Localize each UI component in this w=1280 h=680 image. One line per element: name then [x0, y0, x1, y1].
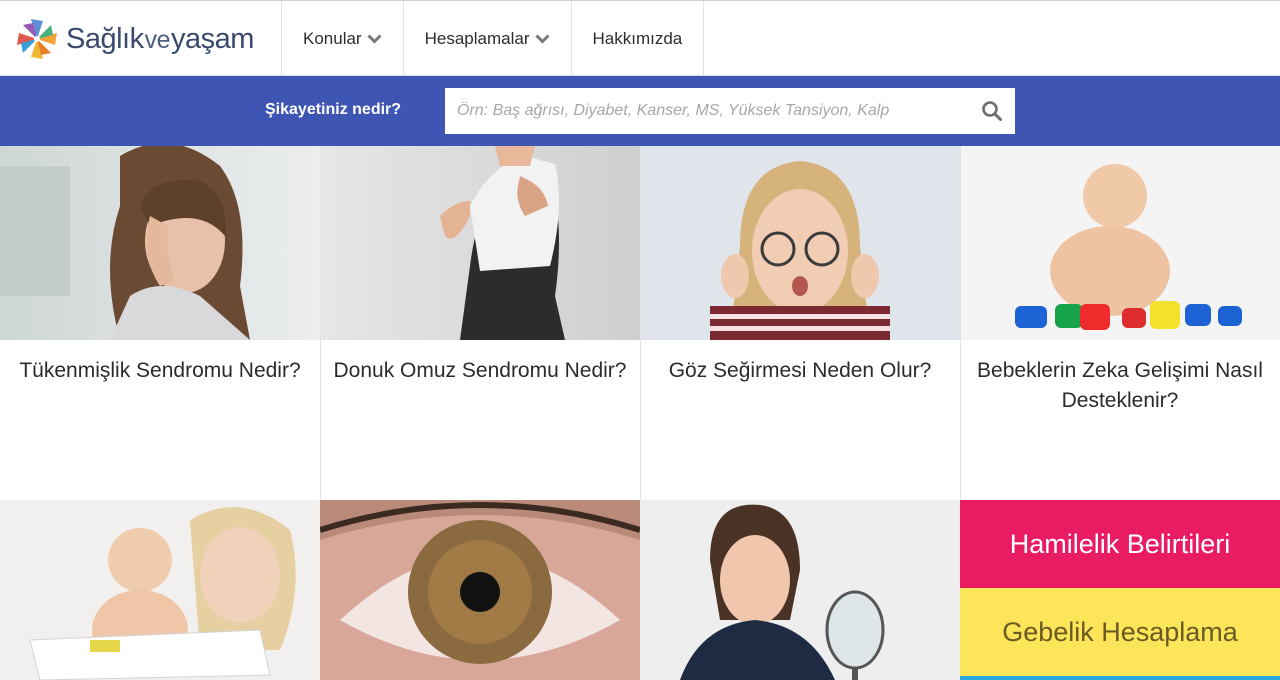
chevron-down-icon [534, 33, 550, 44]
nav-item-hesaplamalar[interactable]: Hesaplamalar [404, 1, 572, 76]
promo-label: Gebelik Hesaplama [1002, 616, 1238, 647]
eye-closeup-photo[interactable] [320, 500, 640, 680]
logo-wordmark: Sağlıkveyaşam [66, 22, 254, 55]
card-divider [320, 146, 321, 500]
article-card[interactable]: Bebeklerin Zeka Gelişimi Nasıl Desteklen… [960, 146, 1280, 500]
search-box [445, 88, 1015, 134]
promo-gebelik-hesaplama[interactable]: Gebelik Hesaplama [960, 588, 1280, 676]
baby-cups-photo [960, 146, 1280, 340]
article-title: Donuk Omuz Sendromu Nedir? [333, 359, 627, 382]
nav-item-label: Hesaplamalar [424, 28, 530, 48]
search-label: Şikayetiniz nedir? [265, 101, 402, 118]
search-input[interactable] [445, 88, 965, 134]
search-icon[interactable] [981, 100, 1003, 122]
mother-baby-book-photo[interactable] [0, 500, 320, 680]
nav-item-konular[interactable]: Konular [282, 1, 404, 76]
search-band: Şikayetiniz nedir? [0, 76, 1280, 146]
article-card[interactable]: Göz Seğirmesi Neden Olur? [640, 146, 960, 500]
woman-lipstick-mirror-photo[interactable] [640, 500, 960, 680]
card-divider [960, 146, 961, 500]
promo-label: Hamilelik Belirtileri [1009, 528, 1231, 559]
site-header: Sağlıkveyaşam Konular Hesaplamalar Hakkı… [0, 0, 1280, 76]
woman-glasses-photo [640, 146, 960, 340]
article-title: Bebeklerin Zeka Gelişimi Nasıl Desteklen… [977, 359, 1263, 412]
article-title: Göz Seğirmesi Neden Olur? [668, 359, 932, 382]
main-nav: Konular Hesaplamalar Hakkımızda [281, 1, 705, 76]
nav-item-label: Konular [303, 28, 362, 48]
nav-item-hakkimizda[interactable]: Hakkımızda [572, 1, 705, 76]
shoulder-pain-photo [320, 146, 640, 340]
chevron-down-icon [367, 33, 382, 44]
promo-hamilelik-belirtileri[interactable]: Hamilelik Belirtileri [960, 500, 1280, 588]
article-card[interactable]: Donuk Omuz Sendromu Nedir? [320, 146, 640, 500]
article-title: Tükenmişlik Sendromu Nedir? [19, 359, 301, 382]
nav-item-label: Hakkımızda [592, 28, 683, 48]
card-divider [640, 146, 641, 500]
pinwheel-logo-icon [17, 19, 57, 59]
site-logo[interactable]: Sağlıkveyaşam [14, 15, 254, 63]
woman-headache-photo [0, 146, 320, 340]
promo-next-strip[interactable] [960, 676, 1280, 680]
article-card[interactable]: Tükenmişlik Sendromu Nedir? [0, 146, 320, 500]
